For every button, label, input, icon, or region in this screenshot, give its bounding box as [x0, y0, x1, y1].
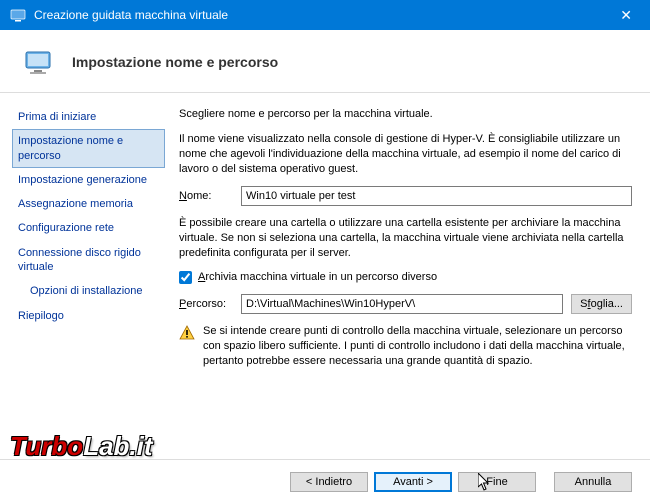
wizard-header: Impostazione nome e percorso [0, 30, 650, 93]
intro-text: Scegliere nome e percorso per la macchin… [179, 107, 632, 122]
wizard-icon [24, 46, 56, 78]
titlebar: Creazione guidata macchina virtuale ✕ [0, 0, 650, 30]
sidebar-item-disk[interactable]: Connessione disco rigido virtuale [12, 241, 165, 280]
name-row: Nome: [179, 186, 632, 206]
sidebar-item-network[interactable]: Configurazione rete [12, 216, 165, 240]
window-title: Creazione guidata macchina virtuale [34, 8, 228, 22]
store-checkbox-label[interactable]: Archivia macchina virtuale in un percors… [198, 271, 437, 283]
name-input[interactable] [241, 186, 632, 206]
warning-box: Se si intende creare punti di controllo … [179, 324, 632, 369]
back-button[interactable]: < Indietro [290, 472, 368, 492]
path-row: Percorso: Sfoglia... [179, 294, 632, 314]
wizard-sidebar: Prima di iniziare Impostazione nome e pe… [0, 93, 165, 463]
sidebar-item-install-options[interactable]: Opzioni di installazione [12, 279, 165, 303]
warning-text: Se si intende creare punti di controllo … [203, 324, 632, 369]
desc-text-1: Il nome viene visualizzato nella console… [179, 132, 632, 177]
page-title: Impostazione nome e percorso [72, 54, 278, 70]
next-button[interactable]: Avanti > [374, 472, 452, 492]
wizard-content: Scegliere nome e percorso per la macchin… [165, 93, 650, 463]
close-button[interactable]: ✕ [612, 7, 640, 24]
desc-text-2: È possibile creare una cartella o utiliz… [179, 216, 632, 261]
sidebar-item-before-begin[interactable]: Prima di iniziare [12, 105, 165, 129]
sidebar-item-name-path[interactable]: Impostazione nome e percorso [12, 129, 165, 168]
store-checkbox[interactable] [179, 271, 192, 284]
sidebar-item-generation[interactable]: Impostazione generazione [12, 168, 165, 192]
vm-icon [10, 7, 26, 23]
path-input[interactable] [241, 294, 563, 314]
wizard-footer: < Indietro Avanti > Fine Annulla [0, 459, 650, 504]
store-checkbox-row: Archivia macchina virtuale in un percors… [179, 271, 632, 284]
titlebar-left: Creazione guidata macchina virtuale [10, 7, 228, 23]
warning-icon [179, 325, 195, 341]
finish-button[interactable]: Fine [458, 472, 536, 492]
path-label: Percorso: [179, 298, 233, 310]
cancel-button[interactable]: Annulla [554, 472, 632, 492]
wizard-body: Prima di iniziare Impostazione nome e pe… [0, 93, 650, 463]
sidebar-item-memory[interactable]: Assegnazione memoria [12, 192, 165, 216]
name-label: Nome: [179, 190, 233, 202]
sidebar-item-summary[interactable]: Riepilogo [12, 304, 165, 328]
browse-button[interactable]: Sfoglia... [571, 294, 632, 314]
